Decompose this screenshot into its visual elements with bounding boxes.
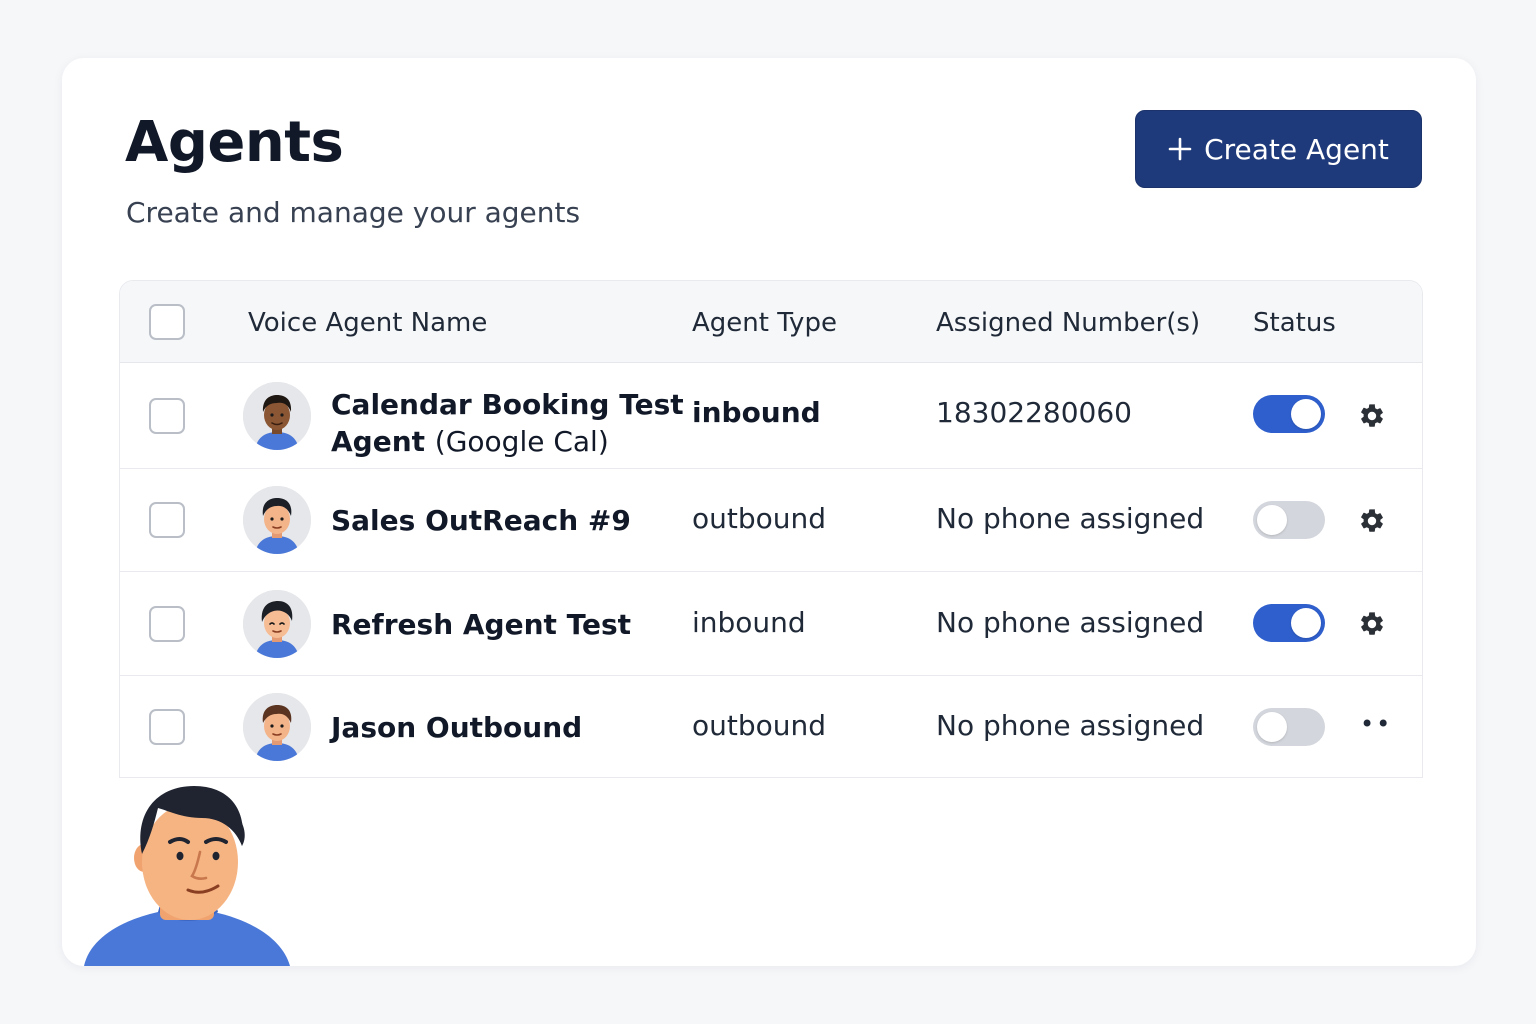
avatar — [243, 590, 311, 658]
assigned-number: No phone assigned — [936, 606, 1205, 639]
toggle-knob — [1291, 399, 1321, 429]
mascot-illustration — [82, 780, 294, 966]
assigned-number: 18302280060 — [936, 396, 1132, 429]
plus-icon — [1168, 137, 1192, 161]
agent-type: outbound — [692, 709, 827, 742]
gear-icon[interactable] — [1358, 610, 1386, 638]
select-all-checkbox[interactable] — [149, 304, 185, 340]
toggle-knob — [1257, 505, 1287, 535]
toggle-knob — [1291, 608, 1321, 638]
agent-name[interactable]: Calendar Booking Test Agent (Google Cal) — [331, 386, 684, 460]
column-header-numbers[interactable]: Assigned Number(s) — [936, 308, 1200, 338]
table-row[interactable]: Sales OutReach #9 outbound No phone assi… — [120, 469, 1422, 572]
gear-icon[interactable] — [1358, 402, 1386, 430]
create-agent-label: Create Agent — [1204, 132, 1389, 166]
gear-icon[interactable] — [1358, 507, 1386, 535]
status-toggle[interactable] — [1253, 501, 1325, 539]
table-row[interactable]: Refresh Agent Test inbound No phone assi… — [120, 572, 1422, 676]
assigned-number: No phone assigned — [936, 502, 1205, 535]
agent-type: outbound — [692, 502, 827, 535]
row-checkbox[interactable] — [149, 398, 185, 434]
status-toggle[interactable] — [1253, 604, 1325, 642]
agents-card: Agents Create and manage your agents Cre… — [62, 58, 1476, 966]
agent-type: inbound — [692, 606, 806, 639]
table-row[interactable]: Calendar Booking Test Agent (Google Cal)… — [120, 363, 1422, 469]
table-row[interactable]: Jason Outbound outbound No phone assigne… — [120, 676, 1422, 777]
row-checkbox[interactable] — [149, 502, 185, 538]
agent-name[interactable]: Refresh Agent Test — [331, 606, 631, 643]
create-agent-button[interactable]: Create Agent — [1135, 110, 1422, 188]
assigned-number: No phone assigned — [936, 709, 1205, 742]
agent-type: inbound — [692, 396, 821, 429]
avatar — [243, 382, 311, 450]
column-header-name[interactable]: Voice Agent Name — [248, 308, 487, 338]
more-dots-icon[interactable]: •• — [1360, 710, 1392, 738]
avatar — [243, 693, 311, 761]
toggle-knob — [1257, 712, 1287, 742]
agent-name[interactable]: Sales OutReach #9 — [331, 502, 631, 539]
agents-table: Voice Agent Name Agent Type Assigned Num… — [119, 280, 1423, 778]
agent-name-suffix: (Google Cal) — [434, 425, 609, 458]
table-header: Voice Agent Name Agent Type Assigned Num… — [120, 281, 1422, 363]
avatar — [243, 486, 311, 554]
row-checkbox[interactable] — [149, 709, 185, 745]
agent-name[interactable]: Jason Outbound — [331, 709, 582, 746]
column-header-status[interactable]: Status — [1253, 308, 1336, 338]
status-toggle[interactable] — [1253, 708, 1325, 746]
page-subtitle: Create and manage your agents — [126, 196, 581, 229]
page-title: Agents — [125, 110, 344, 175]
row-checkbox[interactable] — [149, 606, 185, 642]
status-toggle[interactable] — [1253, 395, 1325, 433]
column-header-type[interactable]: Agent Type — [692, 308, 837, 338]
